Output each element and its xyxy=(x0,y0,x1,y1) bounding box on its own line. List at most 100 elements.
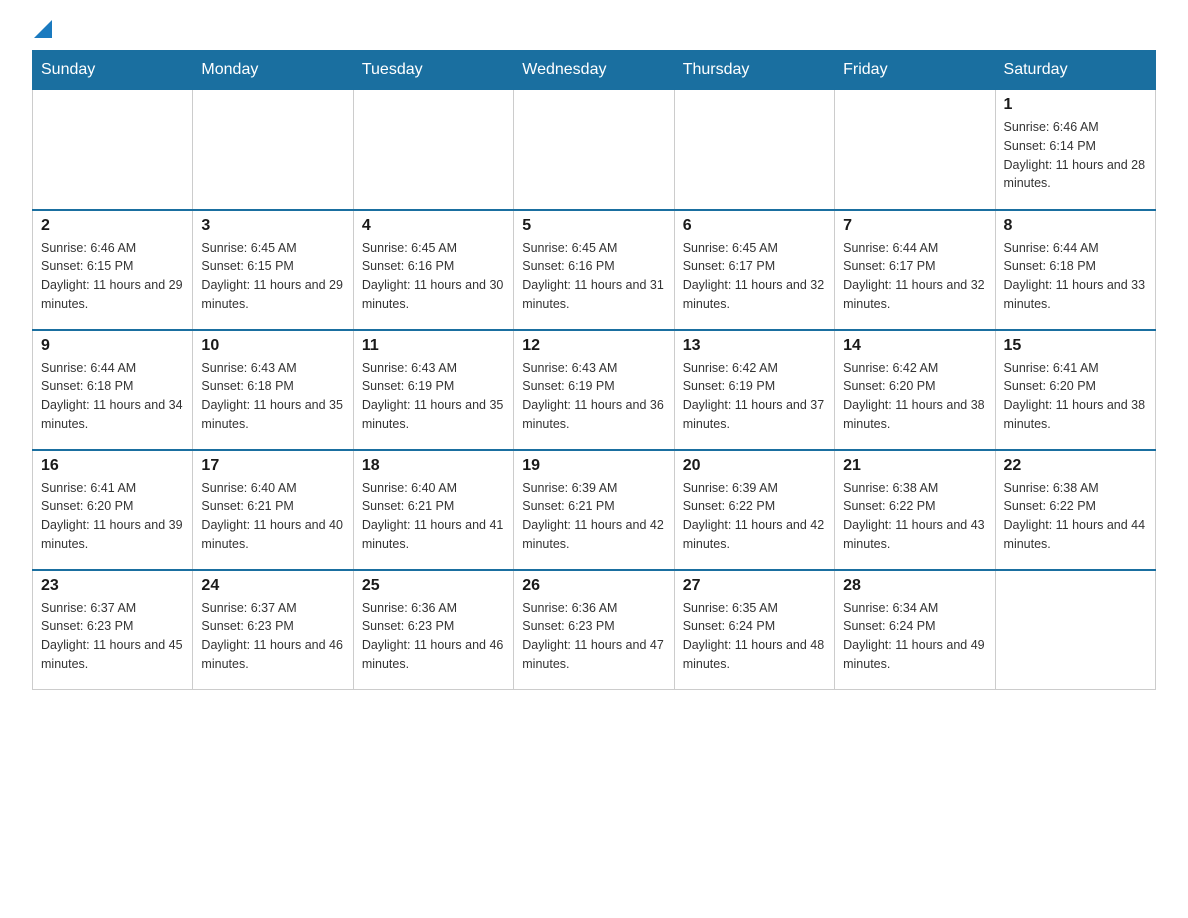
day-info: Sunrise: 6:39 AMSunset: 6:22 PMDaylight:… xyxy=(683,479,826,554)
day-info: Sunrise: 6:44 AMSunset: 6:18 PMDaylight:… xyxy=(41,359,184,434)
calendar-day-cell: 16 Sunrise: 6:41 AMSunset: 6:20 PMDayligh… xyxy=(33,450,193,570)
day-info: Sunrise: 6:43 AMSunset: 6:18 PMDaylight:… xyxy=(201,359,344,434)
calendar-day-cell: 14 Sunrise: 6:42 AMSunset: 6:20 PMDayligh… xyxy=(835,330,995,450)
day-number: 18 xyxy=(362,457,505,475)
calendar-table: SundayMondayTuesdayWednesdayThursdayFrid… xyxy=(32,50,1156,690)
weekday-header-monday: Monday xyxy=(193,51,353,90)
day-info: Sunrise: 6:44 AMSunset: 6:17 PMDaylight:… xyxy=(843,239,986,314)
calendar-day-cell xyxy=(353,90,513,210)
logo xyxy=(32,24,52,34)
day-info: Sunrise: 6:46 AMSunset: 6:15 PMDaylight:… xyxy=(41,239,184,314)
day-info: Sunrise: 6:42 AMSunset: 6:20 PMDaylight:… xyxy=(843,359,986,434)
calendar-day-cell: 24 Sunrise: 6:37 AMSunset: 6:23 PMDayligh… xyxy=(193,570,353,690)
calendar-day-cell: 15 Sunrise: 6:41 AMSunset: 6:20 PMDayligh… xyxy=(995,330,1155,450)
weekday-header-saturday: Saturday xyxy=(995,51,1155,90)
calendar-day-cell: 4 Sunrise: 6:45 AMSunset: 6:16 PMDaylight… xyxy=(353,210,513,330)
day-info: Sunrise: 6:46 AMSunset: 6:14 PMDaylight:… xyxy=(1004,118,1147,193)
calendar-day-cell: 23Sunrise: 6:37 AMSunset: 6:23 PMDayligh… xyxy=(33,570,193,690)
day-number: 9 xyxy=(41,337,184,355)
day-number: 7 xyxy=(843,217,986,235)
calendar-day-cell: 3 Sunrise: 6:45 AMSunset: 6:15 PMDaylight… xyxy=(193,210,353,330)
calendar-day-cell: 1 Sunrise: 6:46 AMSunset: 6:14 PMDaylight… xyxy=(995,90,1155,210)
calendar-day-cell xyxy=(514,90,674,210)
day-info: Sunrise: 6:35 AMSunset: 6:24 PMDaylight:… xyxy=(683,599,826,674)
day-info: Sunrise: 6:41 AMSunset: 6:20 PMDaylight:… xyxy=(1004,359,1147,434)
day-number: 11 xyxy=(362,337,505,355)
day-number: 2 xyxy=(41,217,184,235)
day-info: Sunrise: 6:44 AMSunset: 6:18 PMDaylight:… xyxy=(1004,239,1147,314)
day-number: 26 xyxy=(522,577,665,595)
day-info: Sunrise: 6:38 AMSunset: 6:22 PMDaylight:… xyxy=(843,479,986,554)
day-number: 13 xyxy=(683,337,826,355)
calendar-week-row: 23 Sunrise: 6:37 AMSunset: 6:23 PMDayligh… xyxy=(33,570,1156,690)
weekday-header-sunday: Sunday xyxy=(33,51,193,90)
day-number: 12 xyxy=(522,337,665,355)
day-number: 17 xyxy=(201,457,344,475)
calendar-week-row: 16 Sunrise: 6:41 AMSunset: 6:20 PMDayligh… xyxy=(33,450,1156,570)
day-number: 10 xyxy=(201,337,344,355)
calendar-day-cell: 28 Sunrise: 6:34 AMSunset: 6:24 PMDayligh… xyxy=(835,570,995,690)
day-number: 22 xyxy=(1004,457,1147,475)
calendar-day-cell: 8 Sunrise: 6:44 AMSunset: 6:18 PMDaylight… xyxy=(995,210,1155,330)
day-number: 27 xyxy=(683,577,826,595)
day-info: Sunrise: 6:40 AMSunset: 6:21 PMDaylight:… xyxy=(201,479,344,554)
day-number: 25 xyxy=(362,577,505,595)
calendar-week-row: 9 Sunrise: 6:44 AMSunset: 6:18 PMDaylight… xyxy=(33,330,1156,450)
calendar-day-cell: 21 Sunrise: 6:38 AMSunset: 6:22 PMDayligh… xyxy=(835,450,995,570)
calendar-day-cell: 27 Sunrise: 6:35 AMSunset: 6:24 PMDayligh… xyxy=(674,570,834,690)
calendar-day-cell: 5Sunrise: 6:45 AMSunset: 6:16 PMDaylight… xyxy=(514,210,674,330)
page-header xyxy=(32,24,1156,34)
day-info: Sunrise: 6:39 AMSunset: 6:21 PMDaylight:… xyxy=(522,479,665,554)
day-number: 23 xyxy=(41,577,184,595)
day-info: Sunrise: 6:36 AMSunset: 6:23 PMDaylight:… xyxy=(522,599,665,674)
day-info: Sunrise: 6:45 AMSunset: 6:15 PMDaylight:… xyxy=(201,239,344,314)
calendar-day-cell: 19 Sunrise: 6:39 AMSunset: 6:21 PMDayligh… xyxy=(514,450,674,570)
day-info: Sunrise: 6:38 AMSunset: 6:22 PMDaylight:… xyxy=(1004,479,1147,554)
day-number: 20 xyxy=(683,457,826,475)
day-number: 16 xyxy=(41,457,184,475)
day-number: 5 xyxy=(522,217,665,235)
calendar-day-cell: 13 Sunrise: 6:42 AMSunset: 6:19 PMDayligh… xyxy=(674,330,834,450)
calendar-day-cell xyxy=(995,570,1155,690)
weekday-header-thursday: Thursday xyxy=(674,51,834,90)
calendar-day-cell: 10 Sunrise: 6:43 AMSunset: 6:18 PMDayligh… xyxy=(193,330,353,450)
weekday-header-tuesday: Tuesday xyxy=(353,51,513,90)
calendar-week-row: 2 Sunrise: 6:46 AMSunset: 6:15 PMDaylight… xyxy=(33,210,1156,330)
calendar-day-cell: 18 Sunrise: 6:40 AMSunset: 6:21 PMDayligh… xyxy=(353,450,513,570)
day-info: Sunrise: 6:37 AMSunset: 6:23 PMDaylight:… xyxy=(201,599,344,674)
day-info: Sunrise: 6:40 AMSunset: 6:21 PMDaylight:… xyxy=(362,479,505,554)
calendar-day-cell: 7 Sunrise: 6:44 AMSunset: 6:17 PMDaylight… xyxy=(835,210,995,330)
calendar-day-cell xyxy=(835,90,995,210)
calendar-day-cell: 6 Sunrise: 6:45 AMSunset: 6:17 PMDaylight… xyxy=(674,210,834,330)
day-number: 8 xyxy=(1004,217,1147,235)
day-number: 4 xyxy=(362,217,505,235)
weekday-header-friday: Friday xyxy=(835,51,995,90)
logo-triangle-icon xyxy=(34,20,52,38)
day-number: 15 xyxy=(1004,337,1147,355)
weekday-header-wednesday: Wednesday xyxy=(514,51,674,90)
day-info: Sunrise: 6:43 AMSunset: 6:19 PMDaylight:… xyxy=(522,359,665,434)
calendar-day-cell: 12 Sunrise: 6:43 AMSunset: 6:19 PMDayligh… xyxy=(514,330,674,450)
day-number: 14 xyxy=(843,337,986,355)
day-info: Sunrise: 6:36 AMSunset: 6:23 PMDaylight:… xyxy=(362,599,505,674)
calendar-day-cell xyxy=(193,90,353,210)
day-number: 21 xyxy=(843,457,986,475)
calendar-week-row: 1 Sunrise: 6:46 AMSunset: 6:14 PMDaylight… xyxy=(33,90,1156,210)
day-number: 3 xyxy=(201,217,344,235)
day-number: 28 xyxy=(843,577,986,595)
day-number: 1 xyxy=(1004,96,1147,114)
calendar-day-cell: 22 Sunrise: 6:38 AMSunset: 6:22 PMDayligh… xyxy=(995,450,1155,570)
calendar-day-cell: 20 Sunrise: 6:39 AMSunset: 6:22 PMDayligh… xyxy=(674,450,834,570)
day-info: Sunrise: 6:34 AMSunset: 6:24 PMDaylight:… xyxy=(843,599,986,674)
calendar-day-cell: 25 Sunrise: 6:36 AMSunset: 6:23 PMDayligh… xyxy=(353,570,513,690)
day-number: 24 xyxy=(201,577,344,595)
day-info: Sunrise: 6:45 AMSunset: 6:16 PMDaylight:… xyxy=(362,239,505,314)
day-info: Sunrise: 6:43 AMSunset: 6:19 PMDaylight:… xyxy=(362,359,505,434)
calendar-day-cell: 9 Sunrise: 6:44 AMSunset: 6:18 PMDaylight… xyxy=(33,330,193,450)
day-info: Sunrise: 6:41 AMSunset: 6:20 PMDaylight:… xyxy=(41,479,184,554)
day-info: Sunrise: 6:42 AMSunset: 6:19 PMDaylight:… xyxy=(683,359,826,434)
calendar-header-row: SundayMondayTuesdayWednesdayThursdayFrid… xyxy=(33,51,1156,90)
day-info: Sunrise: 6:45 AMSunset: 6:17 PMDaylight:… xyxy=(683,239,826,314)
day-number: 6 xyxy=(683,217,826,235)
day-number: 19 xyxy=(522,457,665,475)
